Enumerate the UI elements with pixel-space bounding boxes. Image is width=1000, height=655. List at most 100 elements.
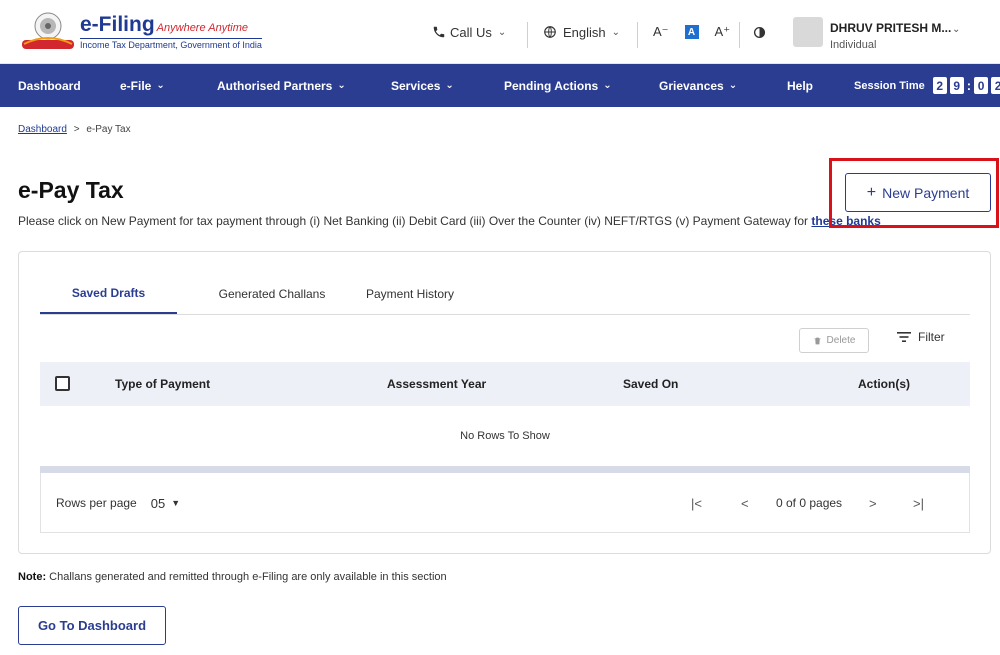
description-text: Please click on New Payment for tax paym… xyxy=(18,214,809,228)
select-all-checkbox[interactable] xyxy=(55,376,70,391)
brand-name: e-Filing Anywhere Anytime xyxy=(80,13,248,37)
language-label: English xyxy=(563,24,606,40)
chevron-down-icon: ⌄ xyxy=(611,26,621,38)
delete-button[interactable]: Delete xyxy=(799,328,869,353)
breadcrumb-separator: > xyxy=(73,124,80,135)
call-us-label: Call Us xyxy=(450,24,492,40)
nav-item-label: Pending Actions xyxy=(504,78,599,93)
page-info-text: 0 of 0 pages xyxy=(776,496,843,510)
top-header: e-Filing Anywhere Anytime Income Tax Depa… xyxy=(0,0,1000,64)
tab-payment-history[interactable]: Payment History xyxy=(340,274,480,314)
nav-item-grievances[interactable]: Grievances ⌄ xyxy=(659,64,737,107)
main-nav: Dashboard e-File ⌄ Authorised Partners ⌄ S… xyxy=(0,64,1000,107)
nav-item-label: e-File xyxy=(120,78,152,93)
pagination-bar: Rows per page 05 ▼ |< < 0 of 0 pages > >… xyxy=(40,473,970,533)
efiling-logo[interactable]: e-Filing Anywhere Anytime Income Tax Depa… xyxy=(18,10,262,54)
prev-page-button[interactable]: < xyxy=(741,473,749,533)
nav-item-label: Services xyxy=(391,78,441,93)
note-label: Note: xyxy=(18,571,47,583)
tab-bar: Saved Drafts Generated Challans Payment … xyxy=(40,274,970,315)
plus-icon: + xyxy=(866,183,877,201)
language-selector[interactable]: English ⌄ xyxy=(543,0,620,64)
last-page-icon: >| xyxy=(913,495,924,511)
rows-per-page-select[interactable]: 05 xyxy=(151,496,165,511)
user-role: Individual xyxy=(830,39,877,51)
column-header-type-of-payment[interactable]: Type of Payment xyxy=(115,362,210,406)
column-header-actions: Action(s) xyxy=(858,377,910,391)
brand-subtitle: Income Tax Department, Government of Ind… xyxy=(80,38,262,50)
nav-item-label: Authorised Partners xyxy=(217,78,333,93)
horizontal-scrollbar[interactable] xyxy=(40,466,970,473)
nav-item-services[interactable]: Services ⌄ xyxy=(391,64,454,107)
contrast-icon xyxy=(753,26,766,38)
chevron-left-icon: < xyxy=(741,495,749,511)
table-header: Type of Payment Assessment Year Saved On… xyxy=(40,362,970,406)
caret-down-icon[interactable]: ▼ xyxy=(171,498,180,508)
trash-icon xyxy=(814,337,821,344)
phone-icon xyxy=(433,26,445,38)
filter-button[interactable]: Filter xyxy=(897,330,945,344)
session-timer: Session Time 2 9 : 0 2 xyxy=(854,64,1000,107)
note-text: Challans generated and remitted through … xyxy=(49,571,447,583)
brand-text: e-Filing xyxy=(80,13,155,36)
new-payment-button[interactable]: + New Payment xyxy=(845,173,991,212)
globe-icon xyxy=(544,26,556,38)
go-to-dashboard-button[interactable]: Go To Dashboard xyxy=(18,606,166,645)
chevron-down-icon: ⌄ xyxy=(156,80,165,91)
new-payment-label: New Payment xyxy=(882,184,970,201)
user-name[interactable]: DHRUV PRITESH M... xyxy=(830,21,951,35)
chevron-down-icon: ⌄ xyxy=(603,80,612,91)
header-divider xyxy=(527,22,528,48)
page-description: Please click on New Payment for tax paym… xyxy=(18,214,881,228)
font-increase-button[interactable]: A⁺ xyxy=(715,24,731,40)
nav-item-dashboard[interactable]: Dashboard xyxy=(18,64,81,107)
nav-item-efile[interactable]: e-File ⌄ xyxy=(120,64,165,107)
next-page-button[interactable]: > xyxy=(869,473,877,533)
delete-label: Delete xyxy=(826,335,856,346)
session-colon: : xyxy=(966,78,972,93)
avatar[interactable] xyxy=(793,17,823,47)
nav-item-authorised-partners[interactable]: Authorised Partners ⌄ xyxy=(217,64,346,107)
tab-generated-challans[interactable]: Generated Challans xyxy=(197,274,347,314)
page-title: e-Pay Tax xyxy=(18,177,124,203)
session-digit: 9 xyxy=(949,77,964,94)
first-page-button[interactable]: |< xyxy=(691,473,702,533)
last-page-button[interactable]: >| xyxy=(913,473,924,533)
session-label: Session Time xyxy=(854,79,925,92)
brand-tagline: Anywhere Anytime xyxy=(156,22,248,34)
empty-table-message: No Rows To Show xyxy=(460,430,550,442)
session-digit: 2 xyxy=(932,77,947,94)
chevron-down-icon[interactable]: ⌄ xyxy=(952,24,960,35)
contrast-toggle[interactable] xyxy=(753,0,766,64)
nav-item-label: Grievances xyxy=(659,78,724,93)
breadcrumb-current: e-Pay Tax xyxy=(86,124,131,135)
breadcrumb: Dashboard > e-Pay Tax xyxy=(18,124,131,135)
first-page-icon: |< xyxy=(691,495,702,511)
filter-icon xyxy=(897,332,911,342)
tab-saved-drafts[interactable]: Saved Drafts xyxy=(40,274,177,314)
call-us-button[interactable]: Call Us ⌄ xyxy=(432,0,506,64)
font-decrease-button[interactable]: A⁻ xyxy=(653,24,669,40)
chevron-right-icon: > xyxy=(869,495,877,511)
filter-label: Filter xyxy=(918,330,945,344)
font-normal-button[interactable]: A xyxy=(684,25,699,39)
nav-item-help[interactable]: Help xyxy=(787,64,813,107)
column-header-saved-on[interactable]: Saved On xyxy=(623,362,678,406)
nav-item-label: Dashboard xyxy=(18,78,81,93)
chevron-down-icon: ⌄ xyxy=(728,80,738,91)
page-info: 0 of 0 pages xyxy=(776,473,842,533)
column-header-assessment-year[interactable]: Assessment Year xyxy=(387,362,486,406)
chevron-down-icon: ⌄ xyxy=(337,80,346,91)
chevron-down-icon: ⌄ xyxy=(497,26,507,38)
session-digit: 2 xyxy=(991,77,1000,94)
footer-note: Note: Challans generated and remitted th… xyxy=(18,571,447,583)
session-digit: 0 xyxy=(974,77,989,94)
breadcrumb-dashboard-link[interactable]: Dashboard xyxy=(18,124,67,135)
font-size-controls: A⁻ A A⁺ xyxy=(645,0,738,64)
national-emblem-icon xyxy=(22,12,74,49)
header-divider xyxy=(739,22,740,48)
header-divider xyxy=(637,22,638,48)
nav-item-pending-actions[interactable]: Pending Actions ⌄ xyxy=(504,64,612,107)
rows-per-page: Rows per page 05 ▼ xyxy=(56,473,180,533)
nav-item-label: Help xyxy=(787,78,814,93)
